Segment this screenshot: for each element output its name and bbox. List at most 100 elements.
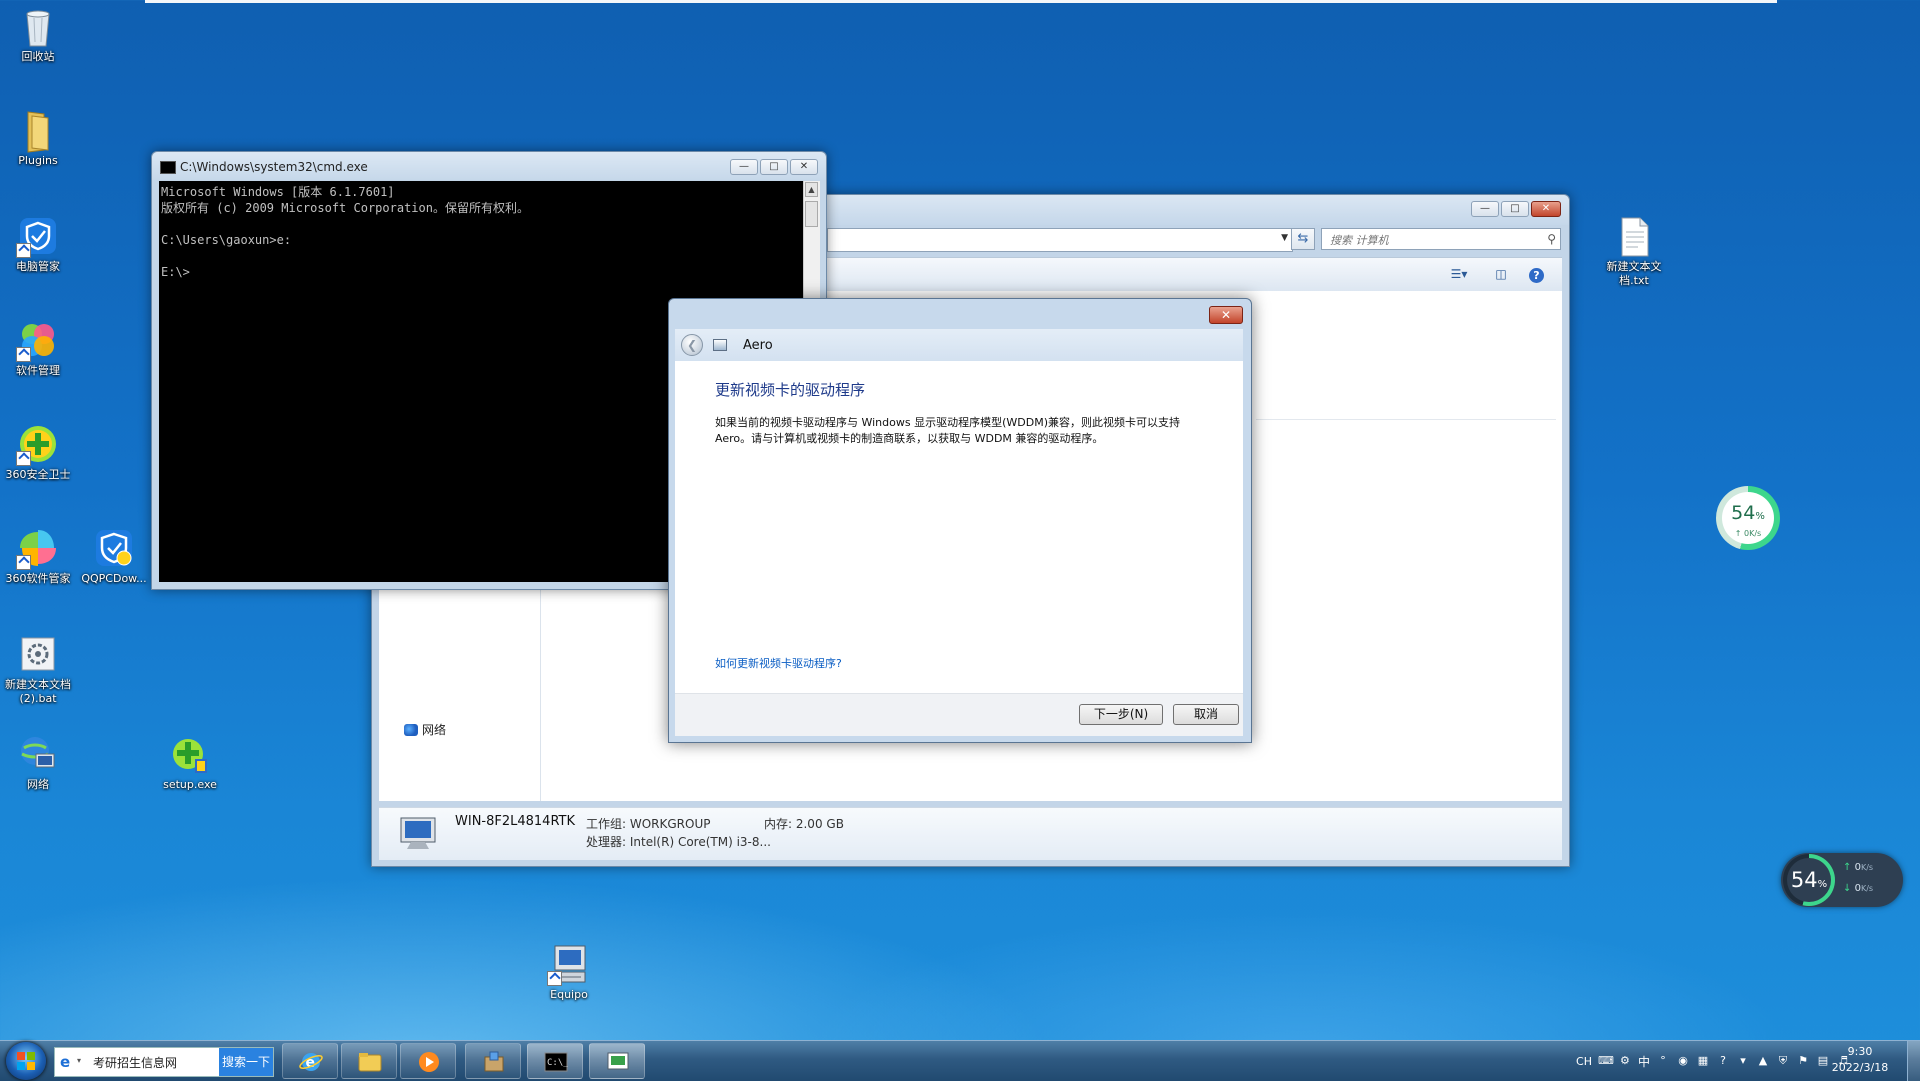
folder-icon	[18, 110, 58, 153]
media-player-icon	[419, 1052, 439, 1072]
desktop-icon-label: 360软件管家	[5, 572, 71, 585]
nav-item-network[interactable]: 网络	[404, 721, 446, 738]
close-button[interactable]: ✕	[790, 159, 818, 175]
desktop-icon-label: 新建文本文档 (2).bat	[5, 678, 71, 705]
punctuation-icon[interactable]: °	[1656, 1054, 1670, 1068]
dialog-close-button[interactable]: ✕	[1209, 306, 1243, 324]
desktop-icon-equipo[interactable]: Equipo	[531, 944, 607, 1002]
taskbar-app-explorer[interactable]	[341, 1043, 397, 1079]
clock[interactable]: 9:30 2022/3/18	[1820, 1044, 1900, 1076]
taskbar-app-media-player[interactable]	[400, 1043, 456, 1079]
desktop-icon-label: Equipo	[550, 988, 588, 1001]
desktop-icon-bat-file[interactable]: 新建文本文档 (2).bat	[0, 634, 76, 706]
action-center-flag-icon[interactable]: ⚑	[1796, 1054, 1810, 1068]
view-options-icon[interactable]: ☰▾	[1450, 267, 1468, 281]
memory-gauge-widget[interactable]: 54% ↑ 0K/s	[1716, 486, 1780, 550]
gauge-value-number: 54	[1731, 502, 1756, 524]
taskbar-app-control-panel[interactable]	[589, 1043, 645, 1079]
dialog-app-title: Aero	[743, 338, 773, 353]
search-box[interactable]: ⚲	[1321, 228, 1561, 250]
minimize-button[interactable]: —	[1471, 201, 1499, 217]
taskbar-search[interactable]: e ▾ 考研招生信息网 搜索一下	[54, 1047, 274, 1077]
search-go-button[interactable]: 搜索一下	[219, 1048, 273, 1076]
desktop-icon-recycle-bin[interactable]: 回收站	[0, 6, 76, 64]
address-bar[interactable]: ▼	[827, 228, 1293, 252]
top-strip	[145, 0, 1777, 3]
preview-pane-icon[interactable]: ◫	[1492, 267, 1510, 281]
divider	[1256, 419, 1556, 420]
processor-text: 处理器: Intel(R) Core(TM) i3-8...	[586, 835, 771, 849]
desktop-icon-pc-manager[interactable]: 电脑管家	[0, 216, 76, 274]
close-button[interactable]: ✕	[1531, 201, 1561, 217]
computer-icon	[547, 944, 589, 986]
qq-shield-icon	[94, 528, 134, 568]
console-text: Microsoft Windows [版本 6.1.7601] 版权所有 (c)…	[161, 185, 529, 279]
chevron-down-icon[interactable]: ▼	[1281, 233, 1288, 243]
desktop-icon-network[interactable]: 网络	[0, 734, 76, 792]
scroll-up-icon[interactable]: ▲	[805, 182, 818, 197]
dialog-header: ❮ Aero	[675, 329, 1243, 361]
setup-installer-icon	[170, 734, 210, 774]
desktop-icon-software-manager[interactable]: 软件管理	[0, 320, 76, 378]
tray-ime-mode[interactable]: 中	[1638, 1053, 1650, 1070]
keyboard-icon[interactable]: ⌨	[1598, 1054, 1614, 1068]
maximize-button[interactable]: □	[1501, 201, 1529, 217]
computer-icon	[397, 816, 436, 849]
ime-settings-icon[interactable]: ⚙	[1618, 1054, 1632, 1068]
tray-language[interactable]: CH	[1576, 1055, 1592, 1068]
desktop-icon-setup[interactable]: setup.exe	[152, 734, 228, 792]
360-safe-icon	[16, 424, 58, 466]
ie-icon: e	[60, 1053, 71, 1071]
app-window-icon	[713, 339, 727, 351]
dark-gauge-value: 54%	[1787, 858, 1831, 902]
next-button[interactable]: 下一步(N)	[1079, 704, 1163, 725]
desktop-icon-label: Plugins	[18, 154, 58, 167]
desktop-icon-qqpc-download[interactable]: QQPCDow...	[76, 528, 152, 586]
aero-dialog[interactable]: ✕ ❮ Aero 更新视频卡的驱动程序 如果当前的视频卡驱动程序与 Window…	[668, 298, 1252, 743]
dark-gauge-number: 54	[1790, 868, 1818, 892]
minimize-icon: —	[739, 161, 749, 172]
dialog-heading: 更新视频卡的驱动程序	[715, 381, 866, 399]
soft-keyboard-icon[interactable]: ▦	[1696, 1054, 1710, 1068]
search-input[interactable]	[1328, 230, 1532, 250]
taskbar-app-ie[interactable]: e	[282, 1043, 338, 1079]
minimize-icon: —	[1480, 203, 1490, 214]
desktop-icon-txt-file[interactable]: 新建文本文 档.txt	[1596, 216, 1672, 288]
shortcut-arrow-icon	[547, 971, 562, 986]
shortcut-arrow-icon	[16, 347, 31, 362]
network-speed-widget[interactable]: 54% ↑ 0K/s ↓ 0K/s	[1781, 853, 1903, 907]
security-shield-icon[interactable]: ⛨	[1776, 1054, 1790, 1068]
dark-gauge-ring: 54%	[1783, 854, 1835, 906]
search-icon[interactable]: ⚲	[1547, 232, 1556, 246]
back-arrow-icon[interactable]: ❮	[681, 334, 703, 356]
chevron-down-icon[interactable]: ▾	[77, 1056, 81, 1065]
taskbar-app-installer[interactable]	[465, 1043, 521, 1079]
taskbar-app-cmd[interactable]: C:\_	[527, 1043, 583, 1079]
show-hidden-icons-icon[interactable]: ▲	[1756, 1054, 1770, 1068]
show-desktop-button[interactable]	[1907, 1041, 1920, 1081]
refresh-button[interactable]: ⇆	[1291, 228, 1315, 250]
help-link[interactable]: 如何更新视频卡驱动程序?	[715, 655, 842, 671]
help-icon[interactable]: ?	[1716, 1054, 1730, 1068]
ime-skin-icon[interactable]: ◉	[1676, 1054, 1690, 1068]
maximize-button[interactable]: □	[760, 159, 788, 175]
search-query[interactable]: 考研招生信息网	[93, 1054, 177, 1071]
download-speed: ↓ 0K/s	[1843, 883, 1873, 894]
desktop-icon-360-safe[interactable]: 360安全卫士	[0, 424, 76, 482]
recycle-bin-icon	[18, 6, 58, 47]
desktop-icon-360-software[interactable]: 360软件管家	[0, 528, 76, 586]
tray-menu-icon[interactable]: ▾	[1736, 1054, 1750, 1068]
start-button[interactable]	[6, 1042, 46, 1080]
console-icon	[160, 161, 176, 174]
scroll-thumb[interactable]	[805, 201, 818, 227]
cancel-button[interactable]: 取消	[1173, 704, 1239, 725]
speed-unit: K/s	[1860, 863, 1874, 872]
desktop-icon-label: 回收站	[21, 50, 55, 63]
gauge-inner: 54% ↑ 0K/s	[1722, 492, 1774, 544]
text-document-icon	[1614, 216, 1654, 257]
gauge-unit: %	[1755, 511, 1765, 522]
desktop-icon-plugins[interactable]: Plugins	[0, 110, 76, 168]
cmd-titlebar[interactable]: C:\Windows\system32\cmd.exe — □ ✕	[152, 152, 826, 180]
help-icon[interactable]: ?	[1529, 268, 1544, 283]
minimize-button[interactable]: —	[730, 159, 758, 175]
